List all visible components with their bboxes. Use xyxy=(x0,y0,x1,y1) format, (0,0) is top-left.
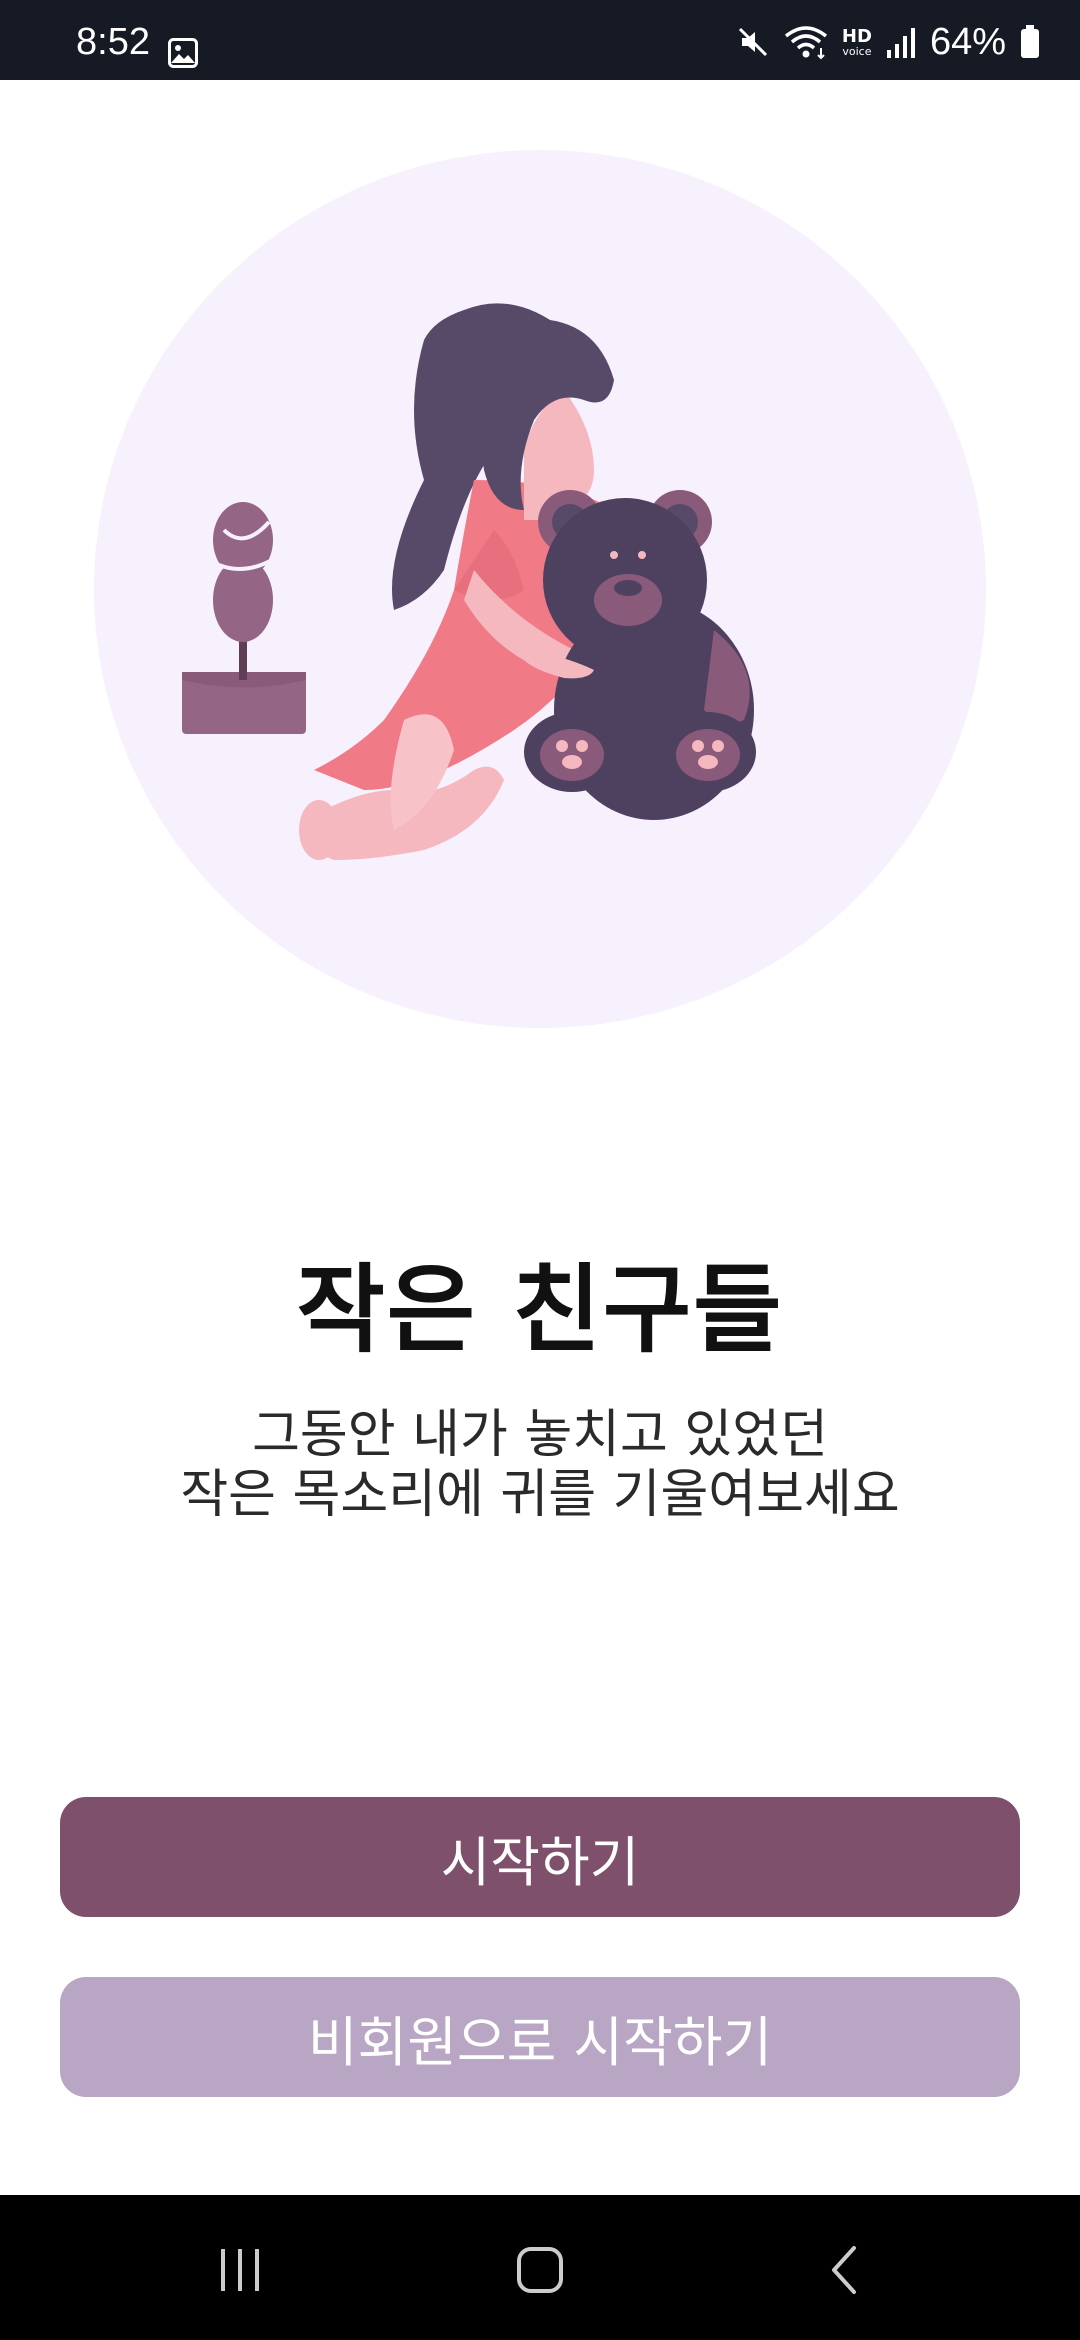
subtitle: 그동안 내가 놓치고 있었던 작은 목소리에 귀를 기울여보세요 xyxy=(0,1405,1080,1525)
wifi-icon xyxy=(784,26,828,60)
back-icon xyxy=(832,2246,856,2294)
battery-icon xyxy=(1021,25,1039,58)
start-button[interactable]: 시작하기 xyxy=(60,1797,1020,1917)
girl-hugging-teddy-bear-illustration xyxy=(182,303,756,860)
home-icon xyxy=(517,2247,563,2293)
recent-apps-button[interactable] xyxy=(200,2235,280,2305)
gallery-icon xyxy=(168,38,198,68)
guest-start-button[interactable]: 비회원으로 시작하기 xyxy=(60,1977,1020,2097)
home-button[interactable] xyxy=(500,2235,580,2305)
navigation-bar xyxy=(0,2195,1080,2340)
signal-icon xyxy=(886,28,915,58)
status-time: 8:52 xyxy=(76,21,150,63)
battery-percent: 64% xyxy=(929,20,1006,63)
hd-voice-icon: HD voice xyxy=(841,25,872,58)
back-button[interactable] xyxy=(805,2235,885,2305)
subtitle-line-2: 작은 목소리에 귀를 기울여보세요 xyxy=(180,1465,900,1525)
app-title: 작은 친구들 xyxy=(296,1254,784,1366)
plant-icon xyxy=(182,502,306,734)
mute-icon xyxy=(738,27,767,57)
recent-apps-icon xyxy=(221,2249,259,2291)
status-icons: HD voice 64% xyxy=(736,20,1040,64)
status-bar: 8:52 HD voice 64% xyxy=(0,0,1080,80)
subtitle-line-1: 그동안 내가 놓치고 있었던 xyxy=(252,1405,828,1465)
